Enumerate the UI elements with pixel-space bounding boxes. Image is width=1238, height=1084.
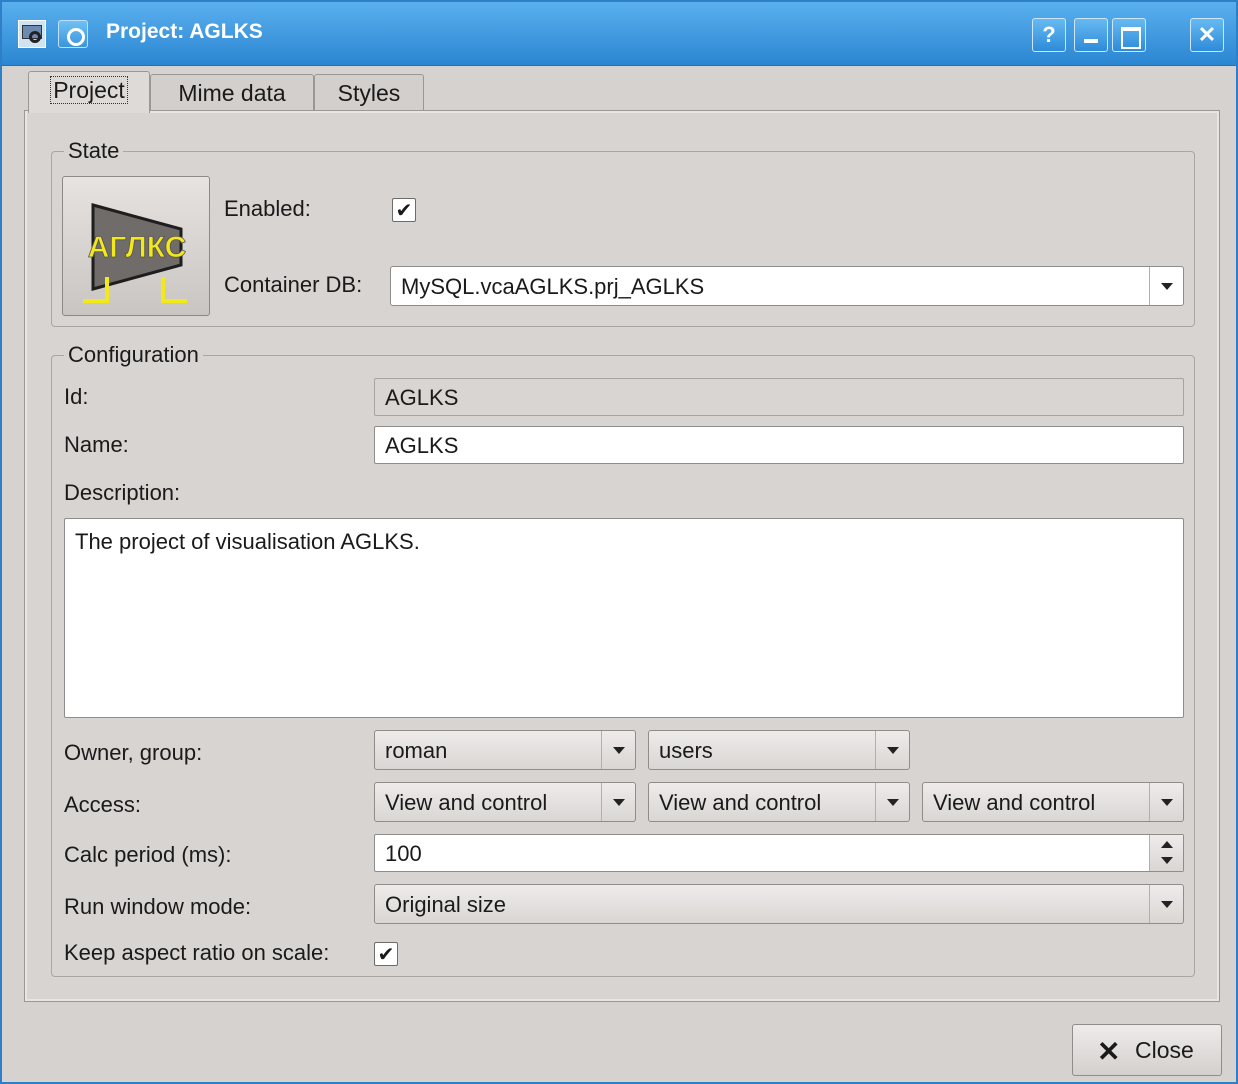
run-window-mode-select[interactable]: Original size	[374, 884, 1184, 924]
tab-mime-data[interactable]: Mime data	[150, 74, 314, 110]
window-title: Project: AGLKS	[106, 20, 263, 43]
description-value: The project of visualisation AGLKS.	[75, 529, 420, 554]
configuration-group: Configuration Id: AGLKS Name: AGLKS Desc…	[51, 342, 1195, 977]
keep-aspect-label: Keep aspect ratio on scale:	[64, 940, 330, 965]
tab-styles-label: Styles	[337, 80, 401, 106]
container-db-value: MySQL.vcaAGLKS.prj_AGLKS	[401, 274, 705, 299]
tab-project[interactable]: Project	[28, 71, 150, 113]
access-others-value: View and control	[933, 790, 1096, 815]
container-db-label: Container DB:	[224, 272, 363, 297]
name-label: Name:	[64, 432, 129, 457]
chevron-down-icon[interactable]	[1149, 267, 1183, 305]
chevron-down-icon[interactable]	[875, 731, 909, 769]
project-dialog: Project: AGLKS ? ✕ Project Mime data Sty…	[0, 0, 1238, 1084]
chevron-down-icon[interactable]	[1149, 783, 1183, 821]
run-window-mode-label: Run window mode:	[64, 894, 252, 919]
app-icon[interactable]	[18, 20, 46, 48]
chevron-down-icon[interactable]	[1149, 885, 1183, 923]
owner-select[interactable]: roman	[374, 730, 636, 770]
keep-aspect-checkbox[interactable]: ✔	[374, 942, 398, 966]
tab-project-label: Project	[50, 76, 128, 104]
help-button[interactable]: ?	[1032, 18, 1066, 52]
group-value: users	[659, 738, 713, 763]
tab-styles[interactable]: Styles	[314, 74, 424, 110]
id-value: AGLKS	[385, 385, 459, 410]
id-field[interactable]: AGLKS	[374, 378, 1184, 416]
project-tab-panel: State АГЛКС Enabled: ✔ Container DB: MyS…	[24, 110, 1220, 1002]
access-others-select[interactable]: View and control	[922, 782, 1184, 822]
owner-value: roman	[385, 738, 448, 763]
title-bar[interactable]: Project: AGLKS ? ✕	[2, 2, 1236, 66]
spin-buttons[interactable]	[1149, 835, 1183, 871]
access-label: Access:	[64, 792, 142, 817]
state-group-title: State	[64, 138, 124, 164]
owner-group-label: Owner, group:	[64, 740, 203, 765]
state-group: State АГЛКС Enabled: ✔ Container DB: MyS…	[51, 138, 1195, 327]
id-label: Id:	[64, 384, 89, 409]
configuration-group-title: Configuration	[64, 342, 203, 368]
container-db-select[interactable]: MySQL.vcaAGLKS.prj_AGLKS	[390, 266, 1184, 306]
project-icon-button[interactable]: АГЛКС	[62, 176, 210, 316]
chevron-down-icon[interactable]	[875, 783, 909, 821]
close-button-label: Close	[1135, 1037, 1194, 1063]
enabled-label: Enabled:	[224, 196, 311, 221]
name-value: AGLKS	[385, 433, 459, 458]
name-field[interactable]: AGLKS	[374, 426, 1184, 464]
access-owner-value: View and control	[385, 790, 548, 815]
window-close-button[interactable]: ✕	[1190, 18, 1224, 52]
close-icon: ✕	[1097, 1036, 1121, 1067]
access-owner-select[interactable]: View and control	[374, 782, 636, 822]
project-logo-icon: АГЛКС	[83, 203, 187, 303]
run-window-mode-value: Original size	[385, 892, 507, 917]
window-menu-icon[interactable]	[58, 20, 88, 48]
close-button[interactable]: ✕ Close	[1072, 1024, 1222, 1076]
chevron-down-icon[interactable]	[601, 731, 635, 769]
minimize-button[interactable]	[1074, 18, 1108, 52]
description-textarea[interactable]: The project of visualisation AGLKS.	[64, 518, 1184, 718]
description-label: Description:	[64, 480, 181, 505]
calc-period-spinbox[interactable]: 100	[374, 834, 1184, 872]
access-group-select[interactable]: View and control	[648, 782, 910, 822]
tab-mime-data-label: Mime data	[178, 80, 286, 106]
calc-period-label: Calc period (ms):	[64, 842, 232, 867]
access-group-value: View and control	[659, 790, 822, 815]
enabled-checkbox[interactable]: ✔	[392, 198, 416, 222]
project-logo-text: АГЛКС	[88, 231, 187, 264]
chevron-down-icon[interactable]	[601, 783, 635, 821]
maximize-button[interactable]	[1112, 18, 1146, 52]
calc-period-value: 100	[385, 841, 422, 866]
group-select[interactable]: users	[648, 730, 910, 770]
